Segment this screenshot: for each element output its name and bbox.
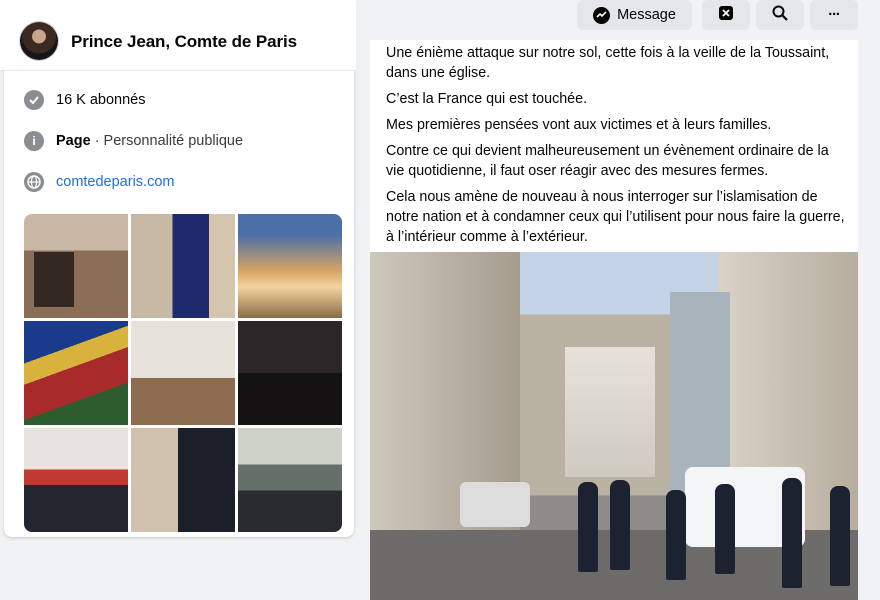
photo-thumbnail[interactable] <box>131 428 235 532</box>
page-category-text: · Personnalité publique <box>90 133 244 149</box>
photo-thumbnail[interactable] <box>238 428 342 532</box>
followers-count: 16 K abonnés <box>56 92 146 108</box>
website-link[interactable]: comtedeparis.com <box>56 174 174 190</box>
follow-check-icon <box>24 90 44 110</box>
parked-car <box>460 482 530 527</box>
police-officer <box>830 486 850 586</box>
photo-thumbnail[interactable] <box>238 321 342 425</box>
post-photo[interactable] <box>370 252 858 600</box>
more-button[interactable]: ··· <box>810 0 858 30</box>
page-label: Page <box>56 133 91 149</box>
photo-grid <box>24 214 342 532</box>
police-officer <box>610 480 630 570</box>
post-paragraph: Cela nous amène de nouveau à nous interr… <box>386 189 845 245</box>
police-officer <box>666 490 686 580</box>
police-officer <box>715 484 735 574</box>
police-officer <box>782 478 802 588</box>
post-text: Une énième attaque sur notre sol, cette … <box>386 43 846 253</box>
post-paragraph: Mes premières pensées vont aux victimes … <box>386 117 772 133</box>
message-button[interactable]: Message <box>577 0 692 30</box>
search-button[interactable] <box>756 0 804 30</box>
followers-row: 16 K abonnés <box>24 89 146 111</box>
website-row[interactable]: comtedeparis.com <box>24 171 174 193</box>
messenger-icon <box>593 6 611 24</box>
photo-thumbnail[interactable] <box>131 321 235 425</box>
page-category-row: i Page · Personnalité publique <box>24 130 243 152</box>
x-box-icon <box>717 4 735 26</box>
more-icon: ··· <box>828 7 840 23</box>
photo-thumbnail[interactable] <box>131 214 235 318</box>
message-label: Message <box>617 7 676 23</box>
church-facade <box>565 347 655 477</box>
photo-thumbnail[interactable] <box>24 321 128 425</box>
photo-thumbnail[interactable] <box>24 214 128 318</box>
profile-avatar[interactable] <box>20 22 58 60</box>
left-column: 16 K abonnés i Page · Personnalité publi… <box>0 0 356 540</box>
photo-thumbnail[interactable] <box>24 428 128 532</box>
post-paragraph: Contre ce qui devient malheureusement un… <box>386 143 829 179</box>
page-name[interactable]: Prince Jean, Comte de Paris <box>71 32 297 52</box>
post-paragraph: C’est la France qui est touchée. <box>386 91 588 107</box>
search-icon <box>771 4 789 26</box>
info-icon: i <box>24 131 44 151</box>
profile-header: Prince Jean, Comte de Paris <box>0 0 356 71</box>
police-officer <box>578 482 598 572</box>
globe-icon <box>24 172 44 192</box>
photo-thumbnail[interactable] <box>238 214 342 318</box>
intro-card: 16 K abonnés i Page · Personnalité publi… <box>4 12 354 537</box>
block-button[interactable] <box>702 0 750 30</box>
post-paragraph: Une énième attaque sur notre sol, cette … <box>386 45 830 81</box>
page-category: Page · Personnalité publique <box>56 133 243 149</box>
